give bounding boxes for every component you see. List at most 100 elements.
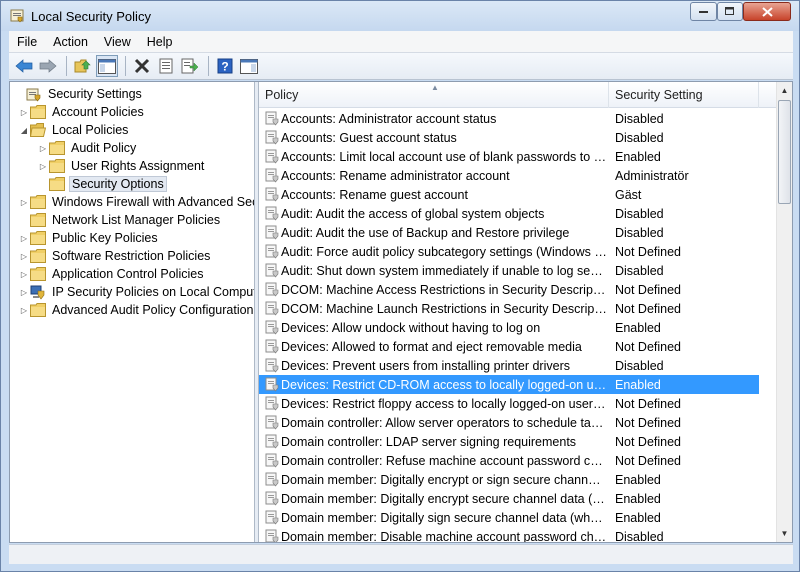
policy-row[interactable]: Domain member: Digitally encrypt or sign… — [259, 470, 776, 489]
minimize-button[interactable] — [690, 2, 717, 21]
policy-row[interactable]: Audit: Force audit policy subcategory se… — [259, 242, 776, 261]
policy-row[interactable]: Devices: Allow undock without having to … — [259, 318, 776, 337]
policy-row[interactable]: Domain controller: Refuse machine accoun… — [259, 451, 776, 470]
menu-file[interactable]: File — [9, 35, 45, 49]
column-header-policy[interactable]: Policy ▲ — [259, 82, 609, 108]
policy-row[interactable]: Accounts: Guest account status Disabled — [259, 128, 776, 147]
security-setting-value: Disabled — [615, 111, 664, 126]
policy-icon — [265, 111, 280, 126]
policy-icon — [265, 149, 280, 164]
security-setting-value: Not Defined — [615, 244, 682, 259]
expand-arrow-icon[interactable]: ▷ — [18, 286, 30, 298]
show-action-pane-button[interactable] — [238, 55, 260, 77]
scroll-up-button[interactable]: ▲ — [777, 82, 792, 99]
help-button[interactable]: ? — [214, 55, 236, 77]
folder-icon — [49, 140, 65, 156]
policy-row[interactable]: Accounts: Rename administrator account Ad… — [259, 166, 776, 185]
title-bar[interactable]: Local Security Policy — [1, 1, 799, 31]
policy-row[interactable]: Devices: Prevent users from installing p… — [259, 356, 776, 375]
action-pane-icon — [240, 58, 258, 74]
expand-arrow-icon[interactable]: ▷ — [37, 142, 49, 154]
policy-icon — [265, 510, 280, 525]
policy-row[interactable]: Accounts: Rename guest account Gäst — [259, 185, 776, 204]
tree-item[interactable]: ▷ Advanced Audit Policy Configuration — [18, 301, 254, 319]
security-setting-value: Disabled — [615, 206, 664, 221]
policy-row[interactable]: Devices: Allowed to format and eject rem… — [259, 337, 776, 356]
policy-row[interactable]: Accounts: Limit local account use of bla… — [259, 147, 776, 166]
policy-row[interactable]: Domain controller: Allow server operator… — [259, 413, 776, 432]
policy-row[interactable]: Domain member: Disable machine account p… — [259, 527, 776, 542]
tree-item[interactable]: ▷ Application Control Policies — [18, 265, 205, 283]
policy-row[interactable]: Audit: Audit the access of global system… — [259, 204, 776, 223]
policy-icon — [265, 358, 280, 373]
properties-button[interactable] — [155, 55, 177, 77]
close-button[interactable] — [743, 2, 791, 21]
show-hide-console-tree-button[interactable] — [96, 55, 118, 77]
policy-icon — [265, 377, 280, 392]
policy-icon — [265, 282, 280, 297]
tree-item[interactable]: ▷ IP Security Policies on Local Computer — [18, 283, 254, 301]
policy-row[interactable]: Devices: Restrict floppy access to local… — [259, 394, 776, 413]
tree-item-label: Public Key Policies — [52, 231, 158, 245]
policy-row[interactable]: Audit: Shut down system immediately if u… — [259, 261, 776, 280]
menu-view[interactable]: View — [96, 35, 139, 49]
policy-icon — [265, 244, 280, 259]
expand-arrow-icon[interactable]: ▷ — [18, 106, 30, 118]
menu-action[interactable]: Action — [45, 35, 96, 49]
toolbar: ? — [9, 52, 793, 80]
policy-icon — [265, 206, 280, 221]
menu-help[interactable]: Help — [139, 35, 181, 49]
expand-arrow-icon[interactable]: ▷ — [18, 196, 30, 208]
policy-row[interactable]: DCOM: Machine Access Restrictions in Sec… — [259, 280, 776, 299]
tree-item[interactable]: ▷ Software Restriction Policies — [18, 247, 212, 265]
policy-row[interactable]: Accounts: Administrator account status Di… — [259, 109, 776, 128]
tree-item-label: Software Restriction Policies — [52, 249, 211, 263]
tree-item[interactable]: ▷ User Rights Assignment — [37, 157, 206, 175]
policy-row[interactable]: Audit: Audit the use of Backup and Resto… — [259, 223, 776, 242]
policy-row[interactable]: Domain controller: LDAP server signing r… — [259, 432, 776, 451]
export-list-button[interactable] — [179, 55, 201, 77]
tree-item[interactable]: ◢ Local Policies — [18, 121, 130, 139]
forward-button[interactable] — [37, 55, 59, 77]
policy-row[interactable]: Devices: Restrict CD-ROM access to local… — [259, 375, 759, 394]
tree-item[interactable]: ▷ Public Key Policies — [18, 229, 160, 247]
tree-item[interactable]: ▷ Windows Firewall with Advanced Security — [18, 193, 254, 211]
policy-name: Audit: Shut down system immediately if u… — [281, 263, 607, 278]
policy-name: Domain member: Digitally sign secure cha… — [281, 510, 607, 525]
tree-item-label: Local Policies — [52, 123, 129, 137]
security-setting-value: Enabled — [615, 149, 661, 164]
security-setting-value: Enabled — [615, 510, 661, 525]
expand-arrow-icon[interactable]: ▷ — [18, 232, 30, 244]
policy-row[interactable]: Domain member: Digitally sign secure cha… — [259, 508, 776, 527]
status-bar — [9, 544, 793, 564]
expand-arrow-icon[interactable]: ▷ — [37, 160, 49, 172]
vertical-scrollbar[interactable]: ▲ ▼ — [776, 82, 792, 542]
tree-item[interactable]: Security Options — [37, 175, 167, 193]
maximize-button[interactable] — [717, 2, 743, 21]
policy-row[interactable]: Domain member: Digitally encrypt secure … — [259, 489, 776, 508]
policy-name: Devices: Restrict CD-ROM access to local… — [281, 377, 607, 392]
policy-icon — [265, 339, 280, 354]
scroll-down-button[interactable]: ▼ — [777, 525, 792, 542]
scrollbar-thumb[interactable] — [778, 100, 791, 204]
column-header-security-setting[interactable]: Security Setting — [609, 82, 759, 108]
policy-name: Audit: Audit the use of Backup and Resto… — [281, 225, 570, 240]
security-setting-value: Not Defined — [615, 301, 682, 316]
expand-arrow-icon[interactable]: ▷ — [18, 304, 30, 316]
expand-arrow-icon[interactable]: ▷ — [18, 268, 30, 280]
expand-arrow-icon[interactable]: ▷ — [18, 250, 30, 262]
tree-item[interactable]: Network List Manager Policies — [18, 211, 222, 229]
policy-row[interactable]: DCOM: Machine Launch Restrictions in Sec… — [259, 299, 776, 318]
toolbar-separator — [208, 56, 209, 76]
delete-button[interactable] — [131, 55, 153, 77]
tree-item[interactable]: ▷ Account Policies — [18, 103, 146, 121]
security-setting-value: Enabled — [615, 377, 661, 392]
up-one-level-button[interactable] — [72, 55, 94, 77]
back-button[interactable] — [13, 55, 35, 77]
security-settings-icon — [26, 86, 42, 102]
tree-item[interactable]: ▷ Audit Policy — [37, 139, 138, 157]
folder-icon — [30, 230, 46, 246]
tree-item[interactable]: Security Settings — [14, 85, 144, 103]
collapse-arrow-icon[interactable]: ◢ — [18, 124, 30, 136]
folder-icon — [49, 158, 65, 174]
